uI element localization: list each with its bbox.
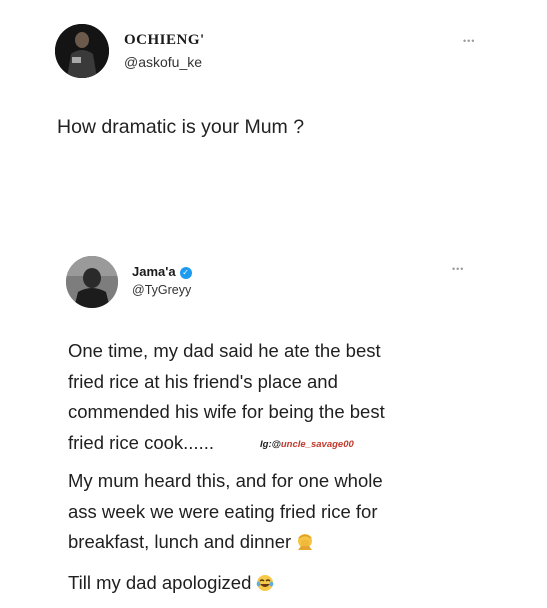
text-line-with-emoji: breakfast, lunch and dinner [68,527,508,562]
tweet-text: How dramatic is your Mum ? [57,116,305,138]
avatar-photo-icon [66,256,118,308]
display-name[interactable]: Jama'a [132,264,176,279]
text-line: fried rice at his friend's place and [68,370,338,392]
person-facepalming-emoji-icon [295,531,315,562]
paragraph-2: My mum heard this, and for one whole ass… [68,466,508,562]
text-line-with-watermark: fried rice cook...... Ig:@uncle_savage00 [68,428,508,461]
text-line-with-emoji: Till my dad apologized [68,568,508,603]
user-handle[interactable]: @askofu_ke [124,54,202,70]
text-line: Till my dad apologized [68,571,252,593]
avatar[interactable] [66,256,118,308]
text-line: fried rice cook...... [68,431,214,453]
tweet-body: One time, my dad said he ate the best fr… [68,336,508,608]
display-name[interactable]: OCHIENG' [124,32,205,49]
watermark: Ig:@uncle_savage00 [260,439,354,450]
text-line: My mum heard this, and for one whole [68,470,383,491]
text-line: commended his wife for being the best [68,401,385,422]
verified-badge-icon: ✓ [179,267,192,279]
watermark-prefix: Ig:@ [260,438,281,450]
face-with-tears-of-joy-emoji-icon [255,572,275,603]
display-name-row[interactable]: Jama'a ✓ [132,264,192,279]
avatar-photo-icon [55,24,109,78]
text-line: breakfast, lunch and dinner [68,531,292,552]
more-dots-icon[interactable]: ••• [452,264,464,274]
watermark-handle: uncle_savage00 [280,438,354,450]
paragraph-1: One time, my dad said he ate the best fr… [68,336,508,460]
paragraph-3: Till my dad apologized [68,568,508,603]
text-line: ass week we were eating fried rice for [68,500,378,522]
more-dots-icon[interactable]: ••• [463,36,475,46]
avatar[interactable] [55,24,109,78]
user-handle[interactable]: @TyGreyy [132,283,191,297]
text-line: One time, my dad said he ate the best [68,340,381,361]
